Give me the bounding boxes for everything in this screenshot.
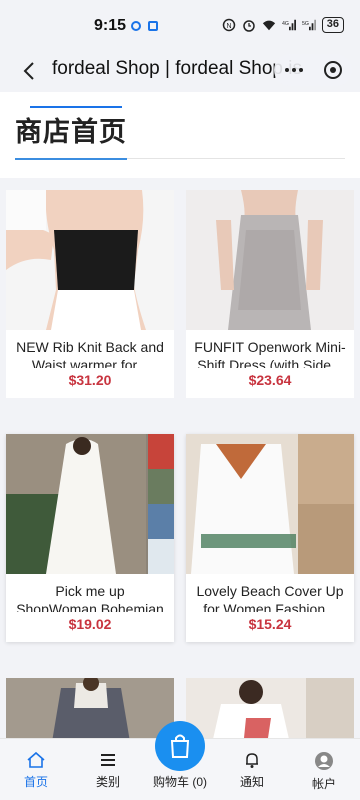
signal-4g-icon: 4G [282, 19, 296, 31]
accent-line [30, 106, 122, 108]
more-icon[interactable] [284, 68, 303, 72]
mini-program-capsule [274, 54, 352, 86]
status-time: 9:15 [94, 17, 127, 34]
product-card[interactable] [186, 678, 354, 738]
sync-icon [131, 21, 141, 31]
signal-5g-icon: 5G [302, 19, 316, 31]
wifi-icon [262, 20, 275, 31]
tab-label: 帐户 [311, 777, 336, 791]
svg-text:4G: 4G [282, 21, 289, 27]
status-icons: N 4G 5G 36 [222, 17, 344, 33]
product-image[interactable] [6, 190, 174, 330]
product-price: $15.24 [248, 616, 292, 632]
close-miniapp-icon[interactable] [323, 61, 342, 79]
product-card[interactable]: Lovely Beach Cover Up for Women Fashion.… [186, 434, 354, 642]
alarm-icon [243, 20, 255, 32]
product-price: $31.20 [68, 372, 112, 388]
product-image[interactable] [186, 190, 354, 330]
bottom-tab-bar: 首页 类别 购物车 (0) 通知 帐户 [0, 721, 360, 800]
tab-label: 类别 [95, 775, 120, 789]
product-card[interactable]: FUNFIT Openwork Mini-Shift Dress (with S… [186, 190, 354, 398]
tab-label: 通知 [239, 775, 264, 789]
top-nav: fordeal Shop | fordeal Shop is [0, 52, 360, 92]
product-image[interactable] [186, 678, 354, 738]
main-content: 商店首页 NEW Rib Knit Back and Waist warmer … [0, 92, 360, 738]
cart-button[interactable] [155, 721, 205, 771]
product-card[interactable]: NEW Rib Knit Back and Waist warmer for..… [6, 190, 174, 398]
product-card[interactable]: Pick me up ShopWoman Bohemian Boho... $1… [6, 434, 174, 642]
tab-account[interactable]: 帐户 [288, 751, 360, 792]
product-image[interactable] [6, 678, 174, 738]
product-name: FUNFIT Openwork Mini-Shift Dress (with S… [194, 339, 346, 368]
store-home-title: 商店首页 [15, 117, 127, 148]
tab-label-cart[interactable]: 购物车 (0) [140, 773, 220, 790]
chevron-left-icon [23, 62, 34, 80]
user-icon [315, 752, 333, 770]
tab-label: 首页 [23, 775, 48, 789]
nfc-icon: N [222, 18, 235, 32]
svg-text:5G: 5G [302, 21, 309, 27]
home-icon [27, 751, 45, 768]
product-image[interactable] [186, 434, 354, 574]
svg-text:N: N [226, 23, 231, 30]
product-name: Lovely Beach Cover Up for Women Fashion.… [196, 583, 344, 612]
shopping-bag-icon [170, 734, 190, 758]
product-name: Pick me up ShopWoman Bohemian Boho... [16, 583, 164, 612]
bell-icon [246, 753, 258, 768]
list-icon [101, 754, 115, 766]
back-button[interactable] [14, 56, 44, 86]
battery-indicator: 36 [321, 17, 344, 33]
notification-icon [148, 21, 158, 31]
product-price: $19.02 [68, 616, 112, 632]
tab-category[interactable]: 类别 [72, 751, 144, 790]
tab-home[interactable]: 首页 [0, 751, 72, 790]
title-underline [15, 158, 127, 160]
tab-notify[interactable]: 通知 [216, 751, 288, 790]
product-image[interactable] [6, 434, 174, 574]
product-price: $23.64 [248, 372, 292, 388]
status-bar: 9:15 N 4G 5G 36 [0, 0, 360, 52]
page-title-bar: fordeal Shop | fordeal Shop is [52, 58, 302, 79]
header-card: 商店首页 [0, 92, 360, 178]
product-card[interactable] [6, 678, 174, 738]
product-name: NEW Rib Knit Back and Waist warmer for..… [16, 339, 164, 368]
